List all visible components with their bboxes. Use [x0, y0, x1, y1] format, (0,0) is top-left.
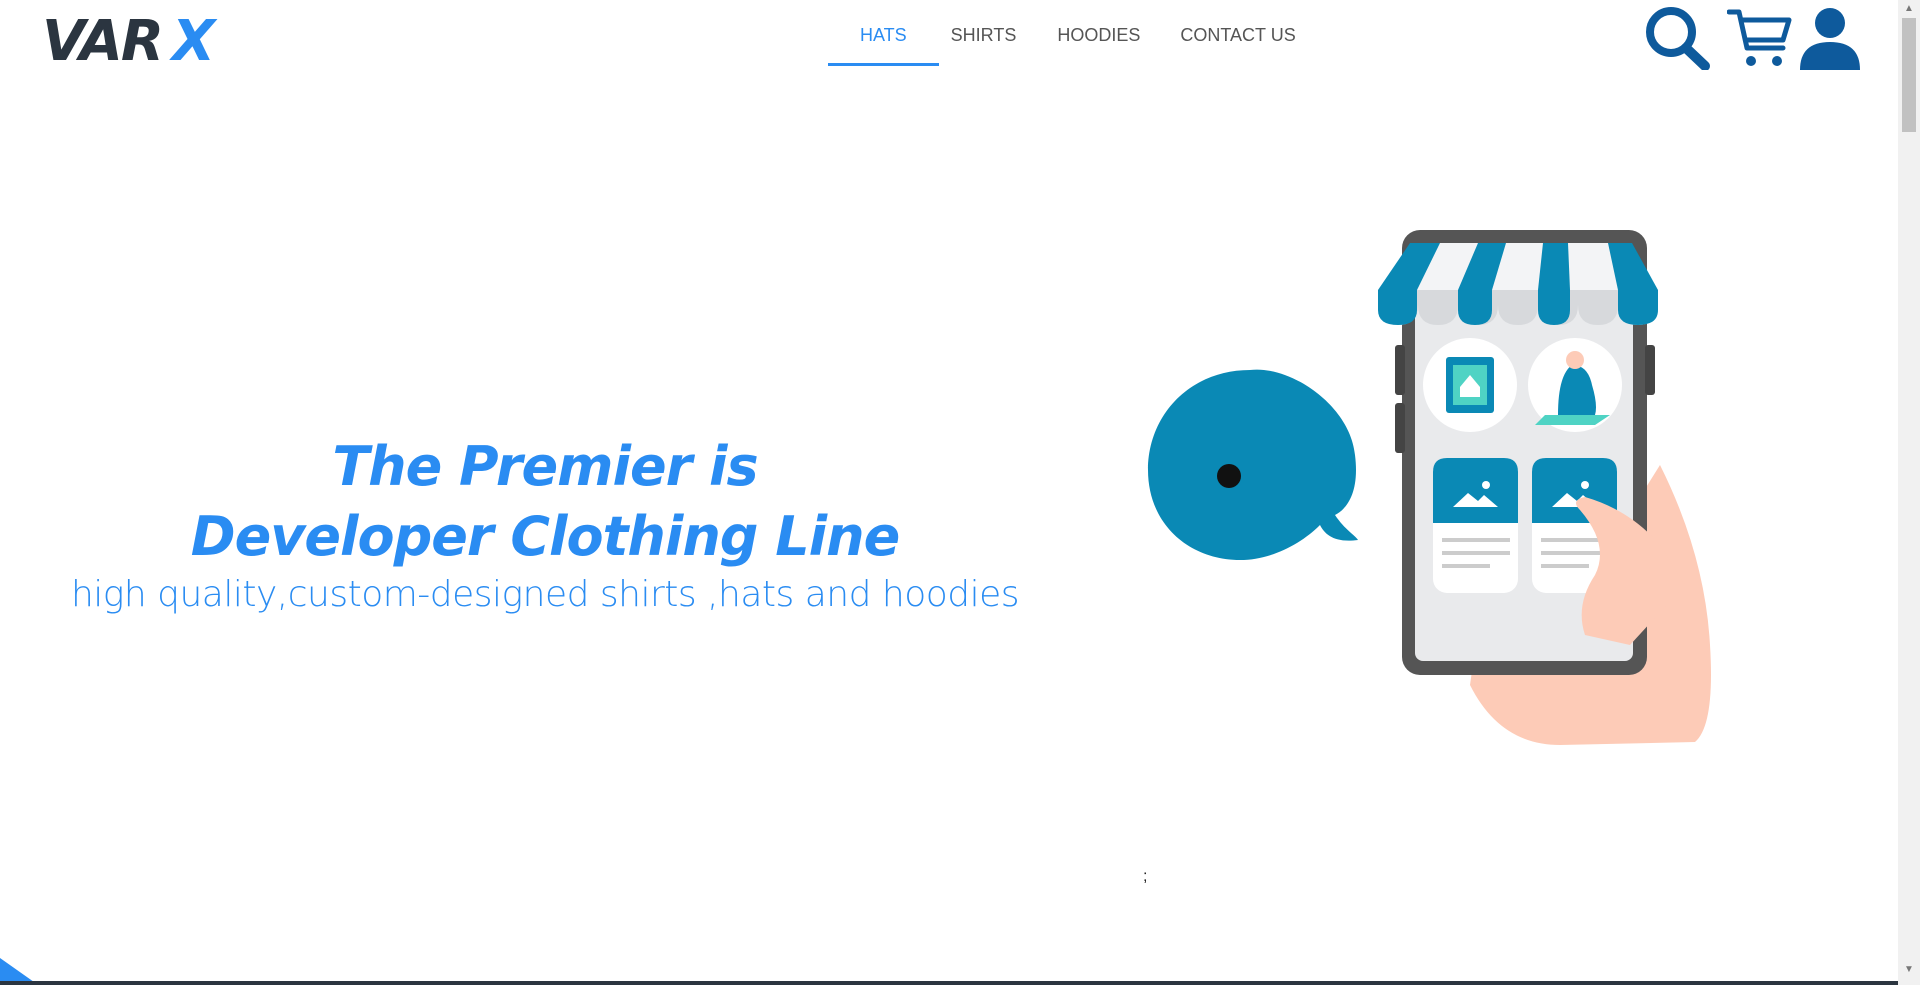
site-header: VAR X HATS SHIRTS HOODIES CONTACT US [0, 0, 1898, 75]
hero-subtitle: high quality,custom-designed shirts ,hat… [70, 574, 1020, 615]
main-nav: HATS SHIRTS HOODIES CONTACT US [828, 0, 1316, 66]
scroll-down-icon[interactable]: ▼ [1898, 961, 1920, 979]
user-icon[interactable] [1797, 6, 1863, 70]
nav-contact-us[interactable]: CONTACT US [1160, 0, 1315, 66]
hero-title-line2: Developer Clothing Line [190, 505, 900, 568]
speech-bubble-icon [1148, 369, 1358, 560]
corner-decoration [0, 958, 34, 982]
logo[interactable]: VAR X [42, 8, 215, 76]
hero-title: The Premier is Developer Clothing Line [100, 432, 990, 572]
shopping-phone-illustration [1148, 230, 1711, 745]
scroll-up-icon[interactable]: ▲ [1898, 0, 1920, 18]
hero-title-line1: The Premier is [332, 435, 758, 498]
logo-var: VAR [42, 9, 164, 74]
nav-hats[interactable]: HATS [828, 0, 939, 66]
scroll-thumb[interactable] [1902, 18, 1916, 132]
cart-icon[interactable] [1727, 6, 1793, 70]
stray-text: ; [1143, 868, 1148, 885]
bottom-bar [0, 981, 1898, 985]
logo-x: X [172, 9, 215, 74]
nav-shirts[interactable]: SHIRTS [939, 0, 1037, 66]
search-icon[interactable] [1645, 6, 1711, 70]
nav-hoodies[interactable]: HOODIES [1036, 0, 1160, 66]
vertical-scrollbar[interactable]: ▲ ▼ [1898, 0, 1920, 985]
